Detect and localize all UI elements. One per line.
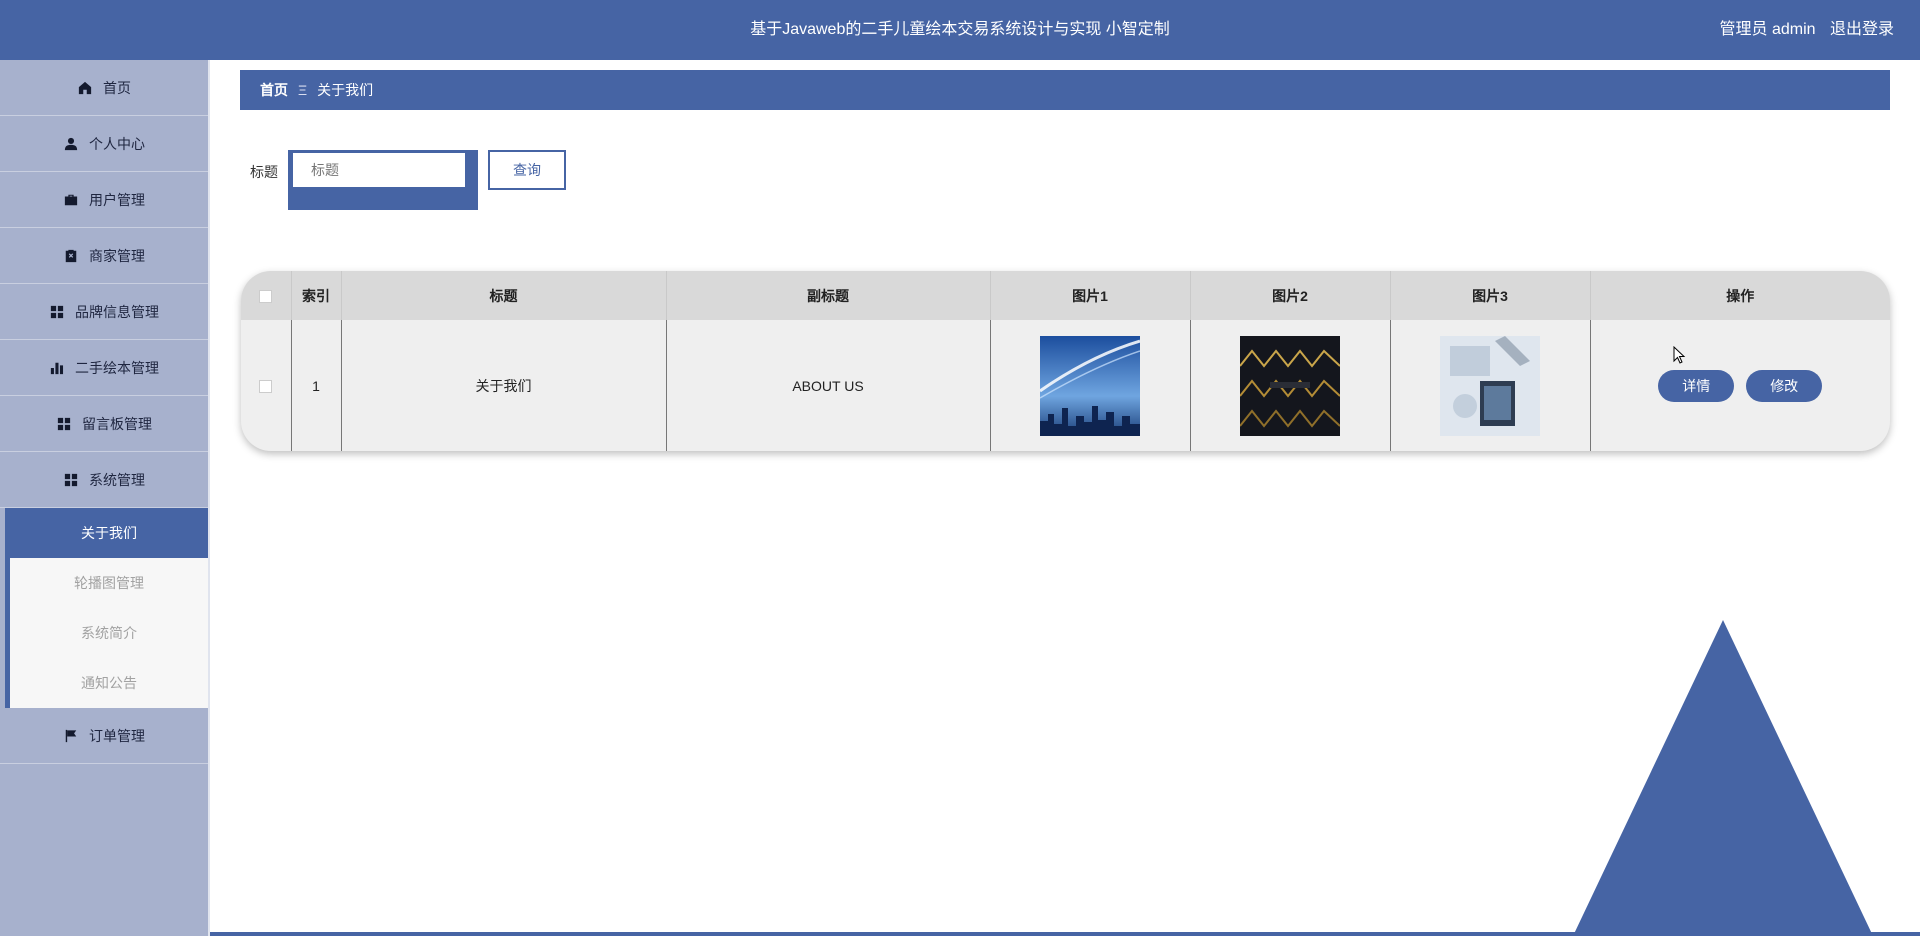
row-subtitle: ABOUT US	[666, 320, 991, 451]
sidebar-item-user-management[interactable]: 用户管理	[0, 172, 208, 228]
briefcase-icon	[63, 192, 79, 208]
sidebar-item-label: 品牌信息管理	[75, 303, 159, 320]
row-title: 关于我们	[341, 320, 667, 451]
sidebar-item-label: 二手绘本管理	[75, 359, 159, 376]
column-header-title: 标题	[341, 271, 667, 320]
breadcrumb-home[interactable]: 首页	[260, 80, 288, 100]
breadcrumb-current: 关于我们	[317, 82, 374, 98]
row-actions: 详情 修改	[1590, 320, 1890, 451]
sidebar-item-order-management[interactable]: 订单管理	[0, 708, 208, 764]
column-header-image3: 图片3	[1390, 271, 1591, 320]
sidebar-item-label: 商家管理	[89, 247, 145, 264]
search-label: 标题	[250, 164, 278, 180]
row-index: 1	[291, 320, 342, 451]
row-image2-cell	[1190, 320, 1391, 451]
admin-user-label: 管理员 admin	[1719, 21, 1816, 38]
column-header-actions: 操作	[1590, 271, 1890, 320]
sidebar-item-label: 订单管理	[89, 727, 145, 744]
sidebar-subitem-system-intro[interactable]: 系统简介	[5, 608, 208, 658]
home-icon	[77, 80, 93, 96]
sidebar-subitem-carousel[interactable]: 轮播图管理	[5, 558, 208, 608]
sidebar-item-label: 留言板管理	[82, 415, 152, 432]
sidebar-item-label: 个人中心	[89, 135, 145, 152]
sidebar-item-label: 用户管理	[89, 191, 145, 208]
grid-icon	[56, 416, 72, 432]
select-all-cell	[241, 271, 292, 320]
gold-pattern-image	[1240, 335, 1340, 436]
column-header-subtitle: 副标题	[666, 271, 991, 320]
sidebar-item-system-management[interactable]: 系统管理	[0, 452, 208, 508]
app-title: 基于Javaweb的二手儿童绘本交易系统设计与实现 小智定制	[750, 21, 1170, 38]
flag-icon	[63, 728, 79, 744]
row-select-cell	[241, 320, 292, 451]
bottom-border	[210, 932, 1920, 936]
search-box	[288, 150, 478, 210]
grid-icon	[49, 304, 65, 320]
sidebar-item-personal-center[interactable]: 个人中心	[0, 116, 208, 172]
mouse-cursor-icon	[1673, 346, 1686, 364]
sidebar-item-label: 首页	[103, 79, 131, 96]
bar-chart-icon	[49, 360, 65, 376]
sidebar: 首页 个人中心 用户管理 商家管理 品牌信息管理 二手绘本管理 留言板管理 系统…	[0, 60, 210, 936]
row-image1-cell	[990, 320, 1191, 451]
breadcrumb-separator: Ξ	[298, 82, 308, 98]
sidebar-item-book-management[interactable]: 二手绘本管理	[0, 340, 208, 396]
grid-icon	[63, 472, 79, 488]
search-button[interactable]: 查询	[488, 150, 566, 190]
sidebar-item-message-board[interactable]: 留言板管理	[0, 396, 208, 452]
sidebar-item-brand-management[interactable]: 品牌信息管理	[0, 284, 208, 340]
top-header: 基于Javaweb的二手儿童绘本交易系统设计与实现 小智定制 管理员 admin…	[0, 0, 1920, 60]
column-header-image1: 图片1	[990, 271, 1191, 320]
table-header-row: 索引 标题 副标题 图片1 图片2 图片3 操作	[241, 271, 1890, 320]
person-icon	[63, 136, 79, 152]
decorative-triangle	[1573, 620, 1873, 936]
sidebar-item-home[interactable]: 首页	[0, 60, 208, 116]
business-image	[1440, 335, 1540, 436]
sidebar-subitem-about-us[interactable]: 关于我们	[5, 508, 208, 558]
row-checkbox[interactable]	[259, 380, 273, 394]
column-header-index: 索引	[291, 271, 342, 320]
title-search-input[interactable]	[293, 153, 465, 187]
breadcrumb: 首页 Ξ 关于我们	[240, 70, 1890, 110]
data-table: 索引 标题 副标题 图片1 图片2 图片3 操作 1 关于我们 ABOUT US	[241, 271, 1890, 451]
user-area: 管理员 admin 退出登录	[1710, 0, 1895, 60]
logout-link[interactable]: 退出登录	[1830, 21, 1894, 38]
detail-button[interactable]: 详情	[1658, 369, 1735, 402]
column-header-image2: 图片2	[1190, 271, 1391, 320]
table-row: 1 关于我们 ABOUT US 详情 修改	[241, 320, 1890, 451]
sidebar-item-merchant-management[interactable]: 商家管理	[0, 228, 208, 284]
sidebar-item-label: 系统管理	[89, 471, 145, 488]
city-skyline-image	[1040, 335, 1140, 436]
row-image3-cell	[1390, 320, 1591, 451]
clipboard-icon	[63, 248, 79, 264]
select-all-checkbox[interactable]	[259, 290, 273, 304]
sidebar-subitem-announcements[interactable]: 通知公告	[5, 658, 208, 708]
edit-button[interactable]: 修改	[1746, 369, 1823, 402]
